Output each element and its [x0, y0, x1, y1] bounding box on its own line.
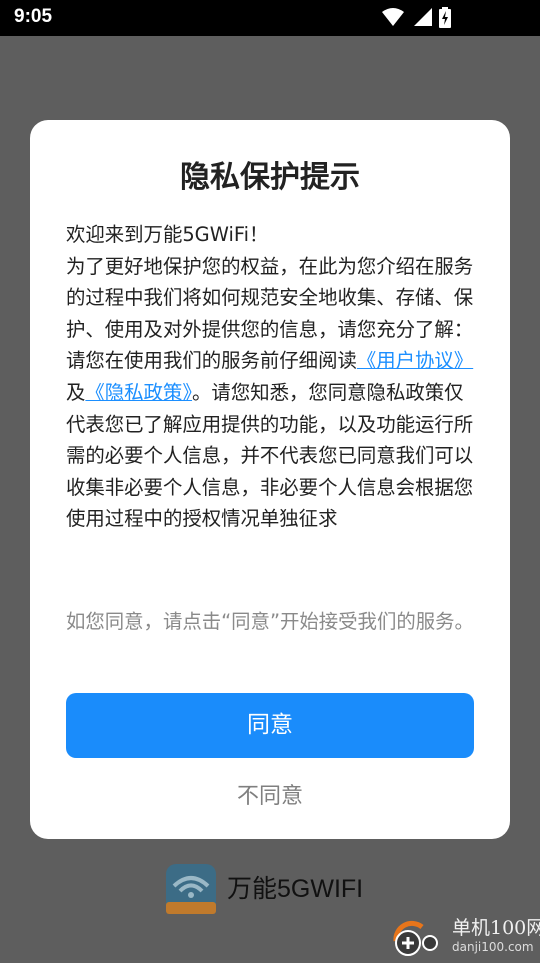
and-text: 及 [66, 380, 86, 404]
agreement-paragraph: 请您在使用我们的服务前仔细阅读《用户协议》及《隐私政策》。请您知悉，您同意隐私政… [66, 345, 476, 535]
greeting-text: 欢迎来到万能5GWiFi！ [66, 223, 269, 246]
wifi-icon [382, 7, 404, 31]
dialog-title: 隐私保护提示 [180, 160, 360, 195]
dialog-footnote: 如您同意，请点击“同意”开始接受我们的服务。 [66, 610, 474, 633]
watermark-site-name: 单机100网 [452, 917, 540, 939]
brand-name: 万能5GWIFI [227, 875, 364, 903]
disagree-button[interactable]: 不同意 [66, 772, 474, 822]
read-prefix-text: 请您在使用我们的服务前仔细阅读 [66, 349, 357, 373]
danji100-logo-icon [392, 919, 442, 959]
user-agreement-link[interactable]: 《用户协议》 [357, 349, 473, 372]
wifi-5g-app-logo-icon [166, 864, 216, 914]
cellular-signal-icon [412, 7, 432, 31]
status-bar: 9:05 [0, 0, 540, 36]
watermark-url: danji100.com [452, 940, 534, 954]
intro-text: 为了更好地保护您的权益，在此为您介绍在服务的过程中我们将如何规范安全地收集、存储… [66, 254, 474, 341]
watermark: 单机100网 danji100.com [392, 915, 540, 960]
dialog-body[interactable]: 欢迎来到万能5GWiFi！ 为了更好地保护您的权益，在此为您介绍在服务的过程中我… [66, 219, 476, 581]
status-time: 9:05 [14, 6, 53, 27]
agree-button[interactable]: 同意 [66, 693, 474, 758]
battery-charging-icon [439, 7, 451, 32]
privacy-dialog: 隐私保护提示 欢迎来到万能5GWiFi！ 为了更好地保护您的权益，在此为您介绍在… [30, 120, 510, 839]
privacy-policy-link[interactable]: 《隐私政策》 [85, 381, 192, 404]
